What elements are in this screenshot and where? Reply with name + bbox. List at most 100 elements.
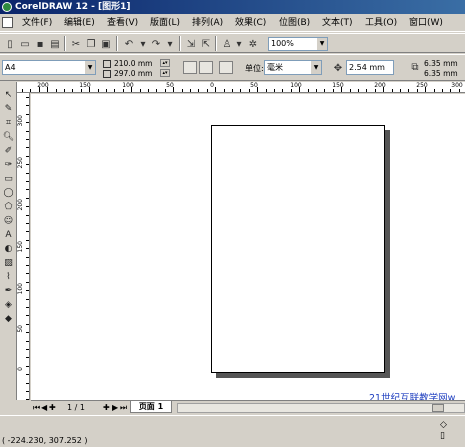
export-icon[interactable]: ⇱ [199, 37, 213, 51]
text-tool-icon[interactable]: A [2, 228, 15, 241]
pointer-icon[interactable]: ↖ [2, 88, 15, 101]
menu-edit[interactable]: 编辑(E) [64, 17, 95, 29]
paste-icon[interactable]: ▣ [99, 37, 113, 51]
ruler-tick [324, 89, 326, 92]
ellipse-icon[interactable]: ◯ [2, 186, 15, 199]
menu-window[interactable]: 窗口(W) [409, 17, 443, 29]
polygon-icon[interactable]: ⬠ [2, 200, 15, 213]
import-icon[interactable]: ⇲ [184, 37, 198, 51]
chevron-down-icon[interactable]: ▼ [311, 61, 321, 74]
zoom-level-value: 100% [271, 39, 294, 48]
menu-arrange[interactable]: 排列(A) [192, 17, 223, 29]
first-page-button[interactable]: ⏮ [33, 403, 40, 413]
ruler-tick [366, 89, 368, 92]
toolbox: ↖ ✎ ⌗ 🔍︎ ✐ ✑ ▭ ◯ ⬠ ☺ A ◐ ▨ ⌇ ✒ ◈ ◆ [0, 82, 17, 400]
ruler-tick [26, 281, 29, 283]
menu-view[interactable]: 查看(V) [107, 17, 138, 29]
transparency-icon[interactable]: ▨ [2, 256, 15, 269]
previous-page-button[interactable]: ◀ [41, 403, 47, 413]
open-icon[interactable]: ▭ [18, 37, 32, 51]
landscape-button[interactable] [199, 61, 213, 74]
menu-tools[interactable]: 工具(O) [365, 17, 397, 29]
ruler-tick [299, 87, 301, 92]
zoom-level-select[interactable]: 100% ▼ [268, 37, 328, 51]
duplicate-distance-icon: ⧉ [411, 61, 419, 73]
crop-tool-icon[interactable]: ⌗ [2, 116, 15, 129]
basic-shapes-icon[interactable]: ☺ [2, 214, 15, 227]
ruler-tick [248, 89, 250, 92]
ruler-tick [80, 89, 82, 92]
redo-dropdown-icon[interactable]: ▾ [163, 37, 177, 51]
ruler-tick [26, 147, 29, 149]
corel-online-icon[interactable]: ✲ [246, 37, 260, 51]
duplicate-y-field[interactable]: 6.35 mm [424, 69, 458, 78]
rectangle-icon[interactable]: ▭ [2, 172, 15, 185]
undo-icon[interactable]: ↶ [122, 37, 136, 51]
menu-text[interactable]: 文本(T) [322, 17, 353, 29]
document-menu-icon[interactable] [2, 17, 13, 28]
launcher-dropdown-icon[interactable]: ▾ [232, 37, 246, 51]
scrollbar-thumb[interactable] [432, 404, 444, 412]
ruler-tick [26, 382, 29, 384]
add-page-after-button[interactable]: ✚ [103, 403, 110, 413]
outline-icon[interactable]: ✒ [2, 284, 15, 297]
menu-effects[interactable]: 效果(C) [235, 17, 266, 29]
ruler-tick [215, 87, 217, 92]
fill-icon[interactable]: ◈ [2, 298, 15, 311]
height-spinner[interactable]: ▴▾ [160, 69, 170, 77]
menu-file[interactable]: 文件(F) [22, 17, 52, 29]
nudge-distance-field[interactable]: 2.54 mm [346, 60, 394, 75]
horizontal-ruler[interactable]: 200 150 100 50 0 50 100 150 200 250 300 [17, 82, 465, 93]
shape-tool-icon[interactable]: ✎ [2, 102, 15, 115]
portrait-button[interactable] [183, 61, 197, 74]
ruler-tick [26, 248, 29, 250]
chevron-down-icon[interactable]: ▼ [85, 61, 95, 74]
ruler-tick [97, 89, 99, 92]
drawing-units-select[interactable]: 毫米 ▼ [264, 60, 322, 75]
redo-icon[interactable]: ↷ [149, 37, 163, 51]
page-tab[interactable]: 页面 1 [130, 401, 172, 413]
new-document-icon[interactable]: ▯ [3, 37, 17, 51]
fill-status-icon[interactable]: ◇ [440, 420, 447, 431]
freehand-icon[interactable]: ✐ [2, 144, 15, 157]
ruler-tick [26, 256, 29, 258]
menu-bitmaps[interactable]: 位图(B) [279, 17, 310, 29]
nudge-icon: ✥ [333, 62, 343, 74]
ruler-label: 100 [17, 283, 24, 295]
copy-icon[interactable]: ❐ [84, 37, 98, 51]
vertical-ruler[interactable]: 300 250 200 150 100 50 0 [17, 93, 30, 400]
eyedropper-icon[interactable]: ⌇ [2, 270, 15, 283]
menu-layout[interactable]: 版面(L) [150, 17, 180, 29]
next-page-button[interactable]: ▶ [112, 403, 118, 413]
horizontal-scrollbar[interactable] [177, 403, 465, 413]
page-height-field[interactable]: 297.0 mm [114, 69, 152, 78]
smart-fill-icon[interactable]: ✑ [2, 158, 15, 171]
drawing-page[interactable] [211, 125, 385, 373]
undo-dropdown-icon[interactable]: ▾ [136, 37, 150, 51]
ruler-tick [265, 89, 267, 92]
print-icon[interactable]: ▤ [48, 37, 62, 51]
chevron-down-icon[interactable]: ▼ [317, 38, 327, 50]
ruler-tick [26, 349, 29, 350]
set-current-page-button[interactable] [219, 61, 233, 74]
outline-status-icon[interactable]: ▯ [440, 431, 447, 442]
page-width-field[interactable]: 210.0 mm [114, 59, 152, 68]
duplicate-x-field[interactable]: 6.35 mm [424, 59, 458, 68]
add-page-before-button[interactable]: ✚ [49, 403, 56, 413]
drawing-canvas[interactable]: 21世纪互联教学网w [31, 94, 465, 400]
last-page-button[interactable]: ⏭ [120, 403, 127, 413]
ruler-tick [181, 89, 183, 92]
ruler-tick [26, 340, 29, 342]
ruler-label: 150 [17, 241, 24, 253]
ruler-tick [198, 89, 200, 92]
paper-type-select[interactable]: A4 ▼ [2, 60, 96, 75]
ruler-tick [26, 139, 29, 140]
width-spinner[interactable]: ▴▾ [160, 59, 170, 67]
zoom-icon[interactable]: 🔍︎ [2, 130, 15, 143]
ruler-tick [26, 323, 29, 325]
interactive-fill-icon[interactable]: ◆ [2, 312, 15, 325]
interactive-blend-icon[interactable]: ◐ [2, 242, 15, 255]
save-icon[interactable]: ▪ [33, 37, 47, 51]
ruler-tick [26, 273, 29, 275]
cut-icon[interactable]: ✂ [69, 37, 83, 51]
